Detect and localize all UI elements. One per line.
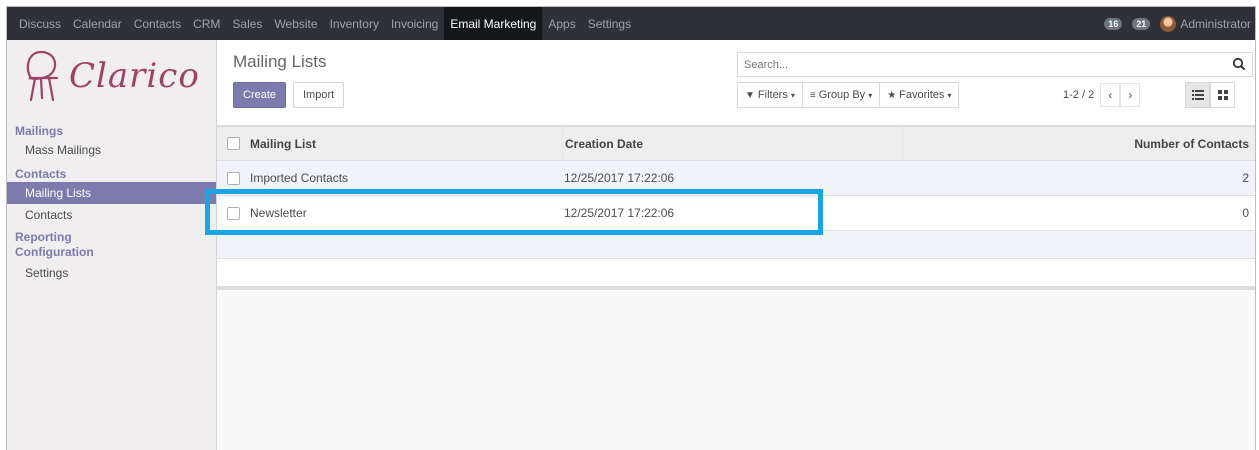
- menu-settings[interactable]: Settings: [582, 7, 637, 40]
- table-header: Mailing List Creation Date Number of Con…: [217, 126, 1255, 161]
- import-button[interactable]: Import: [293, 82, 345, 108]
- caret-down-icon: ▾: [790, 90, 795, 100]
- bars-icon: ≡: [809, 89, 816, 101]
- sidebar-item-mailing-lists[interactable]: Mailing Lists: [7, 182, 216, 204]
- menu-invoicing[interactable]: Invoicing: [385, 7, 444, 40]
- top-navbar: Discuss Calendar Contacts CRM Sales Webs…: [7, 7, 1255, 40]
- favorites-label: Favorites: [899, 89, 945, 101]
- pager-previous-button[interactable]: ‹: [1100, 83, 1121, 107]
- cell-name: Newsletter: [250, 206, 307, 220]
- app-window: Discuss Calendar Contacts CRM Sales Webs…: [6, 6, 1256, 450]
- pager-next-button[interactable]: ›: [1120, 83, 1141, 107]
- search-options: ▼ Filters ▾ ≡ Group By ▾ ★ Favorites ▾: [737, 82, 960, 108]
- select-all-checkbox[interactable]: [226, 137, 240, 150]
- sidebar: Clarico Mailings Mass Mailings Contacts …: [7, 40, 217, 450]
- kanban-view-icon: [1217, 90, 1228, 100]
- cell-date: 12/25/2017 17:22:06: [564, 206, 675, 220]
- company-logo[interactable]: Clarico: [7, 40, 216, 112]
- main-content: Mailing Lists Create Import ▼ Filters ▾ …: [217, 40, 1255, 450]
- menu-contacts[interactable]: Contacts: [128, 7, 187, 40]
- menu-inventory[interactable]: Inventory: [324, 7, 385, 40]
- cell-count: 0: [1242, 206, 1249, 220]
- pager-value[interactable]: 1-2 / 2: [1063, 89, 1094, 101]
- menu-website[interactable]: Website: [268, 7, 323, 40]
- app-menu: Discuss Calendar Contacts CRM Sales Webs…: [7, 7, 637, 40]
- search-input[interactable]: [738, 53, 1218, 76]
- page-title: Mailing Lists: [233, 52, 327, 71]
- menu-apps[interactable]: Apps: [542, 7, 581, 40]
- sidebar-item-settings[interactable]: Settings: [7, 262, 216, 284]
- cell-date: 12/25/2017 17:22:06: [564, 171, 675, 185]
- row-checkbox[interactable]: [226, 171, 240, 185]
- chair-logo-icon: [26, 50, 59, 102]
- empty-row: [217, 259, 1255, 287]
- star-icon: ★: [887, 89, 897, 101]
- activity-count-badge: 16: [1104, 17, 1123, 30]
- menu-discuss[interactable]: Discuss: [13, 7, 67, 40]
- empty-row: [217, 231, 1255, 259]
- messaging-button[interactable]: 21: [1132, 17, 1151, 30]
- section-mailings: Mailings: [15, 124, 64, 138]
- table-footer: [217, 287, 1255, 290]
- search-icon[interactable]: [1232, 57, 1246, 71]
- view-switcher: [1185, 82, 1235, 108]
- pager: 1-2 / 2 ‹ ›: [1063, 82, 1141, 108]
- menu-calendar[interactable]: Calendar: [67, 7, 128, 40]
- filters-dropdown[interactable]: ▼ Filters ▾: [738, 83, 803, 107]
- message-count-badge: 21: [1132, 17, 1151, 30]
- row-checkbox[interactable]: [226, 206, 240, 220]
- menu-email-marketing[interactable]: Email Marketing: [444, 7, 543, 40]
- search-box: [737, 52, 1253, 77]
- avatar: [1160, 15, 1177, 32]
- column-creation-date[interactable]: Creation Date: [562, 127, 902, 160]
- sidebar-item-contacts[interactable]: Contacts: [7, 204, 216, 226]
- filters-label: Filters: [757, 89, 788, 101]
- table-row[interactable]: Imported Contacts 12/25/2017 17:22:06 2: [217, 161, 1255, 196]
- kanban-view-button[interactable]: [1210, 82, 1235, 108]
- logo-text: Clarico: [69, 56, 200, 96]
- favorites-dropdown[interactable]: ★ Favorites ▾: [880, 83, 958, 107]
- section-reporting[interactable]: Reporting: [7, 230, 216, 245]
- systray: 16 21 Administrator: [1104, 7, 1255, 40]
- list-view-button[interactable]: [1185, 82, 1210, 108]
- section-contacts: Contacts: [15, 167, 67, 181]
- mailing-list-table: Mailing List Creation Date Number of Con…: [217, 126, 1255, 287]
- cell-name: Imported Contacts: [250, 171, 349, 185]
- section-configuration: Configuration: [15, 245, 94, 259]
- caret-down-icon: ▾: [868, 90, 873, 100]
- sidebar-item-mass-mailings[interactable]: Mass Mailings: [7, 139, 216, 161]
- menu-sales[interactable]: Sales: [226, 7, 268, 40]
- activity-button[interactable]: 16: [1104, 17, 1123, 30]
- menu-crm[interactable]: CRM: [187, 7, 226, 40]
- table-row[interactable]: Newsletter 12/25/2017 17:22:06 0: [217, 196, 1255, 231]
- control-panel: Mailing Lists Create Import ▼ Filters ▾ …: [217, 40, 1255, 126]
- column-number-of-contacts[interactable]: Number of Contacts: [902, 127, 1255, 160]
- user-menu[interactable]: Administrator: [1160, 15, 1251, 32]
- column-mailing-list[interactable]: Mailing List: [249, 137, 562, 151]
- filter-icon: ▼: [745, 89, 755, 101]
- caret-down-icon: ▾: [947, 90, 952, 100]
- cell-count: 2: [1242, 171, 1249, 185]
- create-button[interactable]: Create: [233, 82, 287, 108]
- group-by-dropdown[interactable]: ≡ Group By ▾: [803, 83, 881, 107]
- list-view-icon: [1191, 90, 1204, 100]
- group-by-label: Group By: [818, 89, 866, 101]
- user-name: Administrator: [1180, 16, 1251, 31]
